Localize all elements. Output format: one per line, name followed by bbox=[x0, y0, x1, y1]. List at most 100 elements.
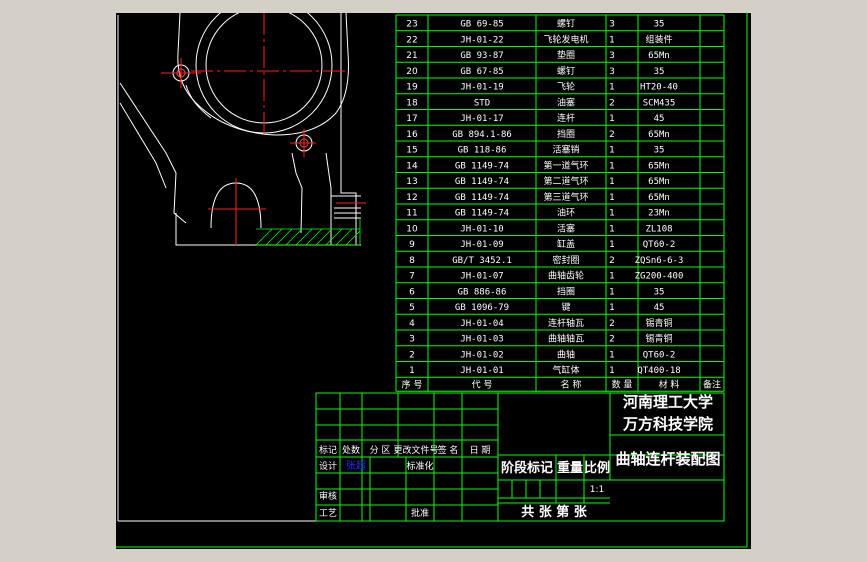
part-number: 18 bbox=[406, 98, 418, 108]
part-quantity: 1 bbox=[609, 114, 615, 124]
part-name: 键 bbox=[561, 301, 570, 313]
part-material: 35 bbox=[654, 146, 665, 156]
part-quantity: 1 bbox=[609, 240, 615, 250]
part-material: 35 bbox=[654, 20, 665, 30]
part-name: 连杆 bbox=[557, 112, 575, 124]
part-number: 8 bbox=[409, 256, 415, 266]
approve-label: 批准 bbox=[411, 507, 429, 519]
design-label: 设计 bbox=[319, 460, 337, 472]
part-material: QT400-18 bbox=[637, 366, 680, 376]
assembly-drawing: 23 GB 69-85 螺钉 3 3522 JH-01-22 飞轮发电机 1 组装件21 GB 9… bbox=[116, 13, 748, 548]
part-number: 10 bbox=[406, 224, 418, 234]
part-name: 油环 bbox=[557, 207, 575, 219]
part-number: 17 bbox=[406, 114, 417, 124]
part-code: GB 1149-74 bbox=[455, 193, 509, 203]
part-name: 飞轮发电机 bbox=[543, 33, 588, 45]
engine-block-view bbox=[119, 13, 361, 246]
part-number: 16 bbox=[406, 130, 418, 140]
part-quantity: 1 bbox=[609, 350, 615, 360]
part-quantity: 2 bbox=[609, 319, 615, 329]
part-quantity: 1 bbox=[609, 209, 615, 219]
part-code: JH-01-22 bbox=[460, 35, 503, 45]
part-code: JH-01-02 bbox=[460, 350, 503, 360]
part-code: STD bbox=[474, 98, 490, 108]
part-quantity: 2 bbox=[609, 98, 615, 108]
parts-list: 23 GB 69-85 螺钉 3 3522 JH-01-22 飞轮发电机 1 组装件21 GB 9… bbox=[395, 14, 725, 392]
header-number: 序 号 bbox=[402, 378, 423, 390]
part-quantity: 3 bbox=[609, 51, 615, 61]
part-code: GB 1149-74 bbox=[455, 177, 509, 187]
part-name: 油塞 bbox=[557, 96, 575, 108]
revision-label: 处数 bbox=[342, 444, 360, 456]
revision-label: 标记 bbox=[319, 444, 337, 456]
part-quantity: 2 bbox=[609, 130, 615, 140]
revision-label: 签 名 bbox=[438, 444, 459, 456]
header-code: 代 号 bbox=[472, 379, 493, 390]
part-code: GB 1149-74 bbox=[455, 161, 509, 171]
part-material: QT60-2 bbox=[643, 240, 676, 250]
part-material: SCM435 bbox=[643, 98, 676, 108]
part-name: 气缸体 bbox=[552, 364, 579, 376]
revision-label: 分 区 bbox=[370, 445, 391, 456]
school-name-line2: 万方科技学院 bbox=[622, 415, 713, 433]
part-name: 螺钉 bbox=[557, 19, 575, 30]
drawing-title: 曲轴连杆装配图 bbox=[615, 450, 720, 468]
part-code: JH-01-10 bbox=[460, 224, 503, 234]
revision-label: 日 期 bbox=[470, 445, 491, 456]
part-quantity: 3 bbox=[609, 67, 615, 77]
header-name: 名 称 bbox=[561, 378, 582, 390]
part-material: HT20-40 bbox=[640, 83, 678, 93]
part-name: 曲轴齿轮 bbox=[548, 270, 584, 282]
part-code: GB 93-87 bbox=[460, 51, 503, 61]
part-name: 垫圈 bbox=[557, 49, 575, 61]
part-name: 挡圈 bbox=[557, 128, 575, 140]
part-number: 6 bbox=[409, 287, 415, 297]
part-quantity: 2 bbox=[609, 256, 615, 266]
section-hatch bbox=[255, 218, 361, 246]
part-material: 65Mn bbox=[648, 130, 670, 140]
cad-viewport[interactable]: 23 GB 69-85 螺钉 3 35 22 JH-01-22 飞轮发电机 1 组装件 21 GB 9… bbox=[116, 13, 751, 549]
part-number: 11 bbox=[406, 209, 417, 219]
part-material: 65Mn bbox=[648, 51, 670, 61]
part-number: 9 bbox=[409, 240, 415, 250]
revision-labels: 标记 处数分 区更改文件号签 名日 期 bbox=[319, 444, 490, 456]
part-code: GB 886-86 bbox=[458, 287, 507, 297]
part-code: JH-01-01 bbox=[460, 366, 503, 376]
header-note: 备注 bbox=[703, 378, 721, 390]
part-material: 45 bbox=[654, 303, 665, 313]
part-quantity: 1 bbox=[609, 35, 615, 45]
part-number: 14 bbox=[406, 161, 418, 171]
part-name: 第二道气环 bbox=[543, 175, 588, 187]
standardize-label: 标准化 bbox=[406, 460, 433, 472]
part-number: 13 bbox=[406, 177, 417, 187]
part-number: 7 bbox=[409, 272, 415, 282]
designer-name: 张超 bbox=[346, 459, 366, 472]
part-quantity: 1 bbox=[609, 287, 615, 297]
part-material: 组装件 bbox=[645, 33, 672, 45]
part-number: 5 bbox=[409, 303, 415, 313]
part-name: 连杆轴瓦 bbox=[548, 317, 584, 329]
part-name: 密封圈 bbox=[552, 254, 579, 266]
part-quantity: 1 bbox=[609, 146, 615, 156]
part-material: ZG200-400 bbox=[635, 272, 684, 282]
part-quantity: 1 bbox=[609, 177, 615, 187]
header-material: 材 料 bbox=[659, 378, 680, 390]
stage-mark-label: 阶段标记 bbox=[501, 460, 553, 476]
part-code: GB 67-85 bbox=[460, 67, 503, 77]
part-code: JH-01-09 bbox=[460, 240, 503, 250]
part-number: 21 bbox=[406, 51, 417, 61]
part-name: 第一道气环 bbox=[543, 159, 588, 171]
part-number: 1 bbox=[409, 366, 415, 376]
part-material: ZQSn6-6-3 bbox=[635, 256, 684, 266]
part-code: JH-01-07 bbox=[460, 272, 503, 282]
center-lines bbox=[161, 13, 366, 245]
part-number: 3 bbox=[409, 335, 415, 345]
part-material: 23Mn bbox=[648, 209, 670, 219]
part-code: GB/T 3452.1 bbox=[452, 256, 512, 266]
part-quantity: 1 bbox=[609, 272, 615, 282]
part-material: 65Mn bbox=[648, 161, 670, 171]
part-material: 锡青铜 bbox=[645, 317, 672, 329]
part-name: 挡圈 bbox=[557, 285, 575, 297]
part-code: GB 894.1-86 bbox=[452, 130, 512, 140]
part-quantity: 1 bbox=[609, 83, 615, 93]
